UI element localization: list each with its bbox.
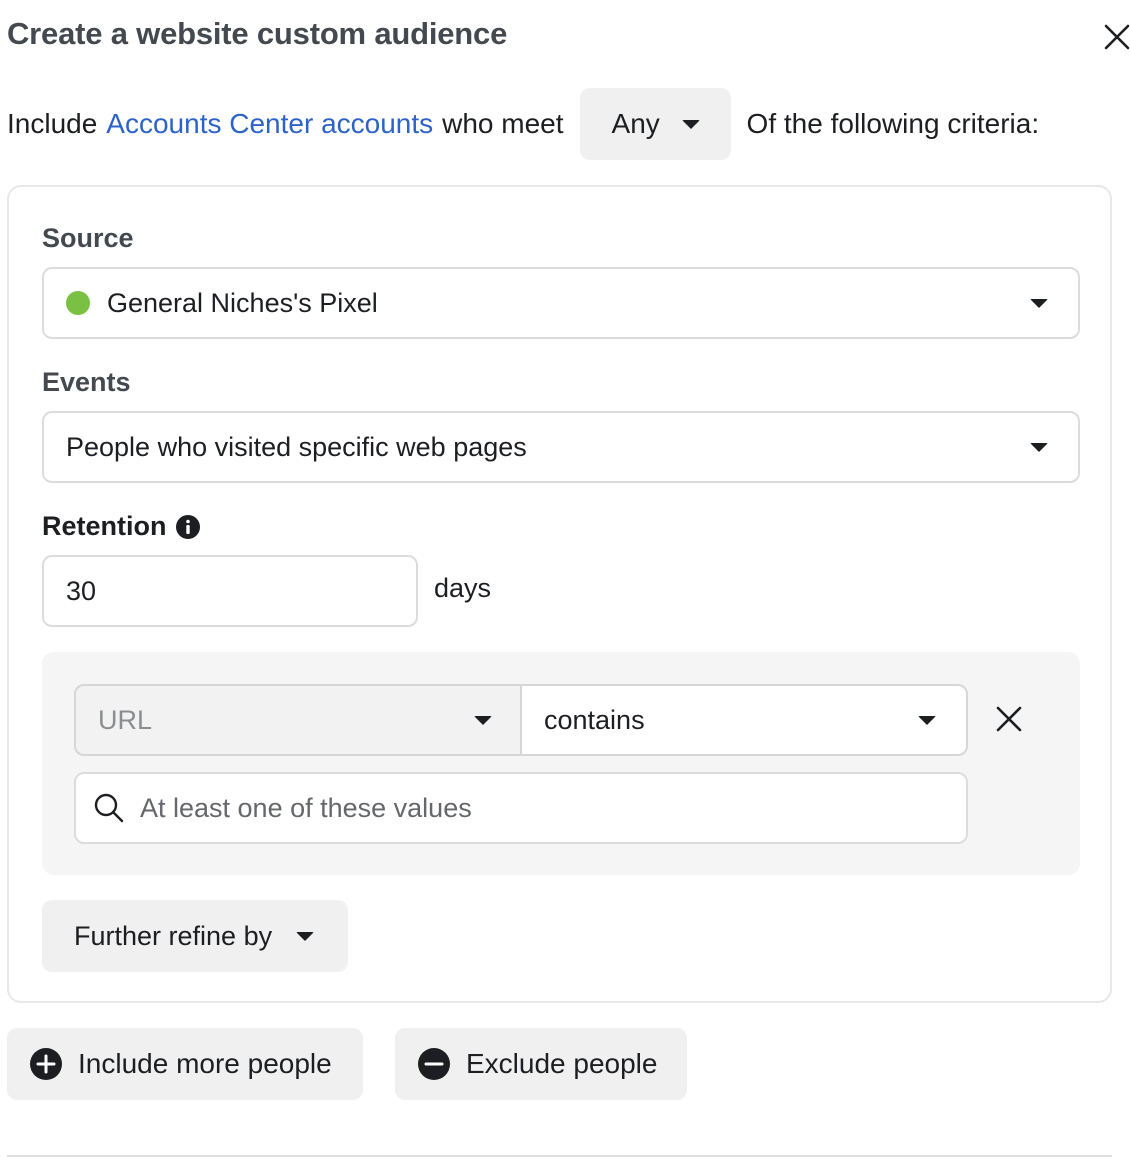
events-dropdown[interactable]: People who visited specific web pages bbox=[42, 411, 1080, 483]
retention-label: Retention bbox=[42, 511, 167, 541]
plus-circle-icon bbox=[30, 1048, 62, 1080]
match-type-dropdown[interactable]: Any bbox=[579, 88, 731, 160]
dialog-title: Create a website custom audience bbox=[7, 16, 508, 51]
caret-down-icon bbox=[296, 931, 315, 941]
source-label: Source bbox=[42, 223, 134, 253]
further-refine-dropdown[interactable]: Further refine by bbox=[42, 900, 348, 972]
caret-down-icon bbox=[474, 716, 492, 725]
source-dropdown[interactable]: General Niches's Pixel bbox=[42, 267, 1080, 339]
exclude-people-button[interactable]: Exclude people bbox=[395, 1028, 687, 1100]
url-rule-box: URL contains At least one of these value… bbox=[42, 652, 1080, 875]
search-icon bbox=[94, 793, 124, 823]
remove-rule-button[interactable] bbox=[994, 704, 1024, 734]
rule-operator-value: contains bbox=[544, 704, 645, 735]
caret-down-icon bbox=[918, 716, 936, 725]
rule-field-dropdown[interactable]: URL bbox=[74, 684, 522, 756]
exclude-label: Exclude people bbox=[466, 1048, 658, 1079]
caret-down-icon bbox=[1030, 299, 1048, 308]
rule-values-input[interactable]: At least one of these values bbox=[74, 772, 968, 844]
retention-days-input[interactable]: 30 bbox=[42, 555, 418, 627]
retention-label-row: Retention bbox=[42, 511, 200, 542]
events-label: Events bbox=[42, 367, 131, 397]
source-value: General Niches's Pixel bbox=[107, 287, 378, 318]
further-refine-label: Further refine by bbox=[74, 920, 273, 951]
status-dot-icon bbox=[66, 291, 90, 315]
match-type-value: Any bbox=[611, 108, 660, 139]
retention-value: 30 bbox=[66, 575, 97, 606]
close-icon bbox=[1104, 24, 1130, 50]
criteria-card: Source General Niches's Pixel Events Peo… bbox=[7, 185, 1112, 1003]
caret-down-icon bbox=[681, 119, 700, 129]
retention-unit: days bbox=[434, 573, 492, 603]
info-icon[interactable] bbox=[175, 514, 200, 539]
footer-divider bbox=[7, 1155, 1112, 1157]
rule-values-placeholder: At least one of these values bbox=[140, 792, 472, 823]
accounts-center-link[interactable]: Accounts Center accounts bbox=[106, 108, 433, 140]
caret-down-icon bbox=[1030, 443, 1048, 452]
minus-circle-icon bbox=[418, 1048, 450, 1080]
include-middle-text: who meet bbox=[442, 108, 564, 139]
include-criteria-row: Include Accounts Center accounts who mee… bbox=[7, 88, 1039, 160]
close-icon bbox=[996, 706, 1022, 732]
include-more-people-button[interactable]: Include more people bbox=[7, 1028, 363, 1100]
include-more-label: Include more people bbox=[78, 1048, 332, 1079]
rule-field-value: URL bbox=[98, 704, 153, 735]
rule-operator-dropdown[interactable]: contains bbox=[520, 684, 968, 756]
events-value: People who visited specific web pages bbox=[66, 431, 527, 462]
include-suffix: Of the following criteria: bbox=[746, 108, 1040, 139]
close-button[interactable] bbox=[1100, 20, 1130, 54]
include-prefix: Include bbox=[7, 108, 98, 139]
